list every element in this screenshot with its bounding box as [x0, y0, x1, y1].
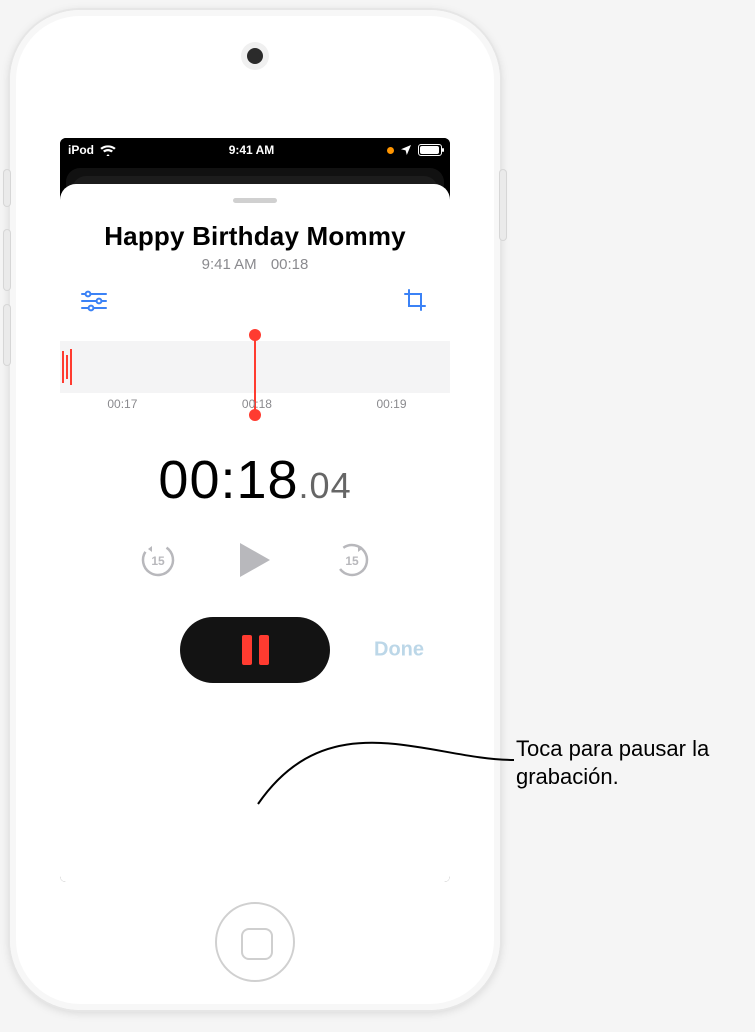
recording-duration-label: 00:18 [271, 256, 309, 273]
skip-forward-15-button[interactable]: 15 [330, 538, 374, 582]
mute-switch[interactable] [4, 170, 10, 206]
callout-text: Toca para pausar la grabación. [516, 735, 746, 790]
crop-icon[interactable] [402, 287, 430, 315]
svg-text:15: 15 [345, 554, 359, 568]
svg-text:15: 15 [151, 554, 165, 568]
pause-icon [242, 635, 269, 665]
options-icon[interactable] [80, 287, 108, 315]
sheet-grabber[interactable] [233, 198, 277, 203]
recording-title[interactable]: Happy Birthday Mommy [78, 221, 432, 252]
waveform[interactable]: 00:17 00:18 00:19 [60, 335, 450, 425]
elapsed-frac: .04 [299, 465, 352, 506]
wifi-icon [100, 144, 116, 156]
elapsed-time: 00:18.04 [78, 449, 432, 511]
battery-icon [418, 144, 442, 156]
status-time: 9:41 AM [229, 143, 275, 157]
tick-next: 00:19 [376, 397, 406, 411]
power-button[interactable] [500, 170, 506, 240]
status-bar: iPod 9:41 AM [60, 138, 450, 162]
tick-prev: 00:17 [107, 397, 137, 411]
pause-record-button[interactable] [180, 617, 330, 683]
play-button[interactable] [232, 537, 278, 583]
ipod-device-frame: iPod 9:41 AM Happy Birthday Momm [10, 10, 500, 1010]
location-icon [400, 144, 412, 156]
timeline-ticks: 00:17 00:18 00:19 [60, 397, 450, 425]
tick-current: 00:18 [242, 397, 272, 411]
elapsed-main: 00:18 [158, 450, 298, 510]
done-button[interactable]: Done [374, 639, 424, 662]
home-button[interactable] [215, 902, 295, 982]
volume-up-button[interactable] [4, 230, 10, 290]
recording-time-label: 9:41 AM [202, 256, 257, 273]
carrier-label: iPod [68, 143, 94, 157]
recording-sheet: Happy Birthday Mommy 9:41 AM 00:18 [60, 184, 450, 882]
device-screen: iPod 9:41 AM Happy Birthday Momm [60, 138, 450, 882]
volume-down-button[interactable] [4, 305, 10, 365]
skip-back-15-button[interactable]: 15 [136, 538, 180, 582]
recording-indicator-dot [387, 147, 394, 154]
front-camera [247, 48, 263, 64]
recording-subtitle: 9:41 AM 00:18 [78, 256, 432, 273]
